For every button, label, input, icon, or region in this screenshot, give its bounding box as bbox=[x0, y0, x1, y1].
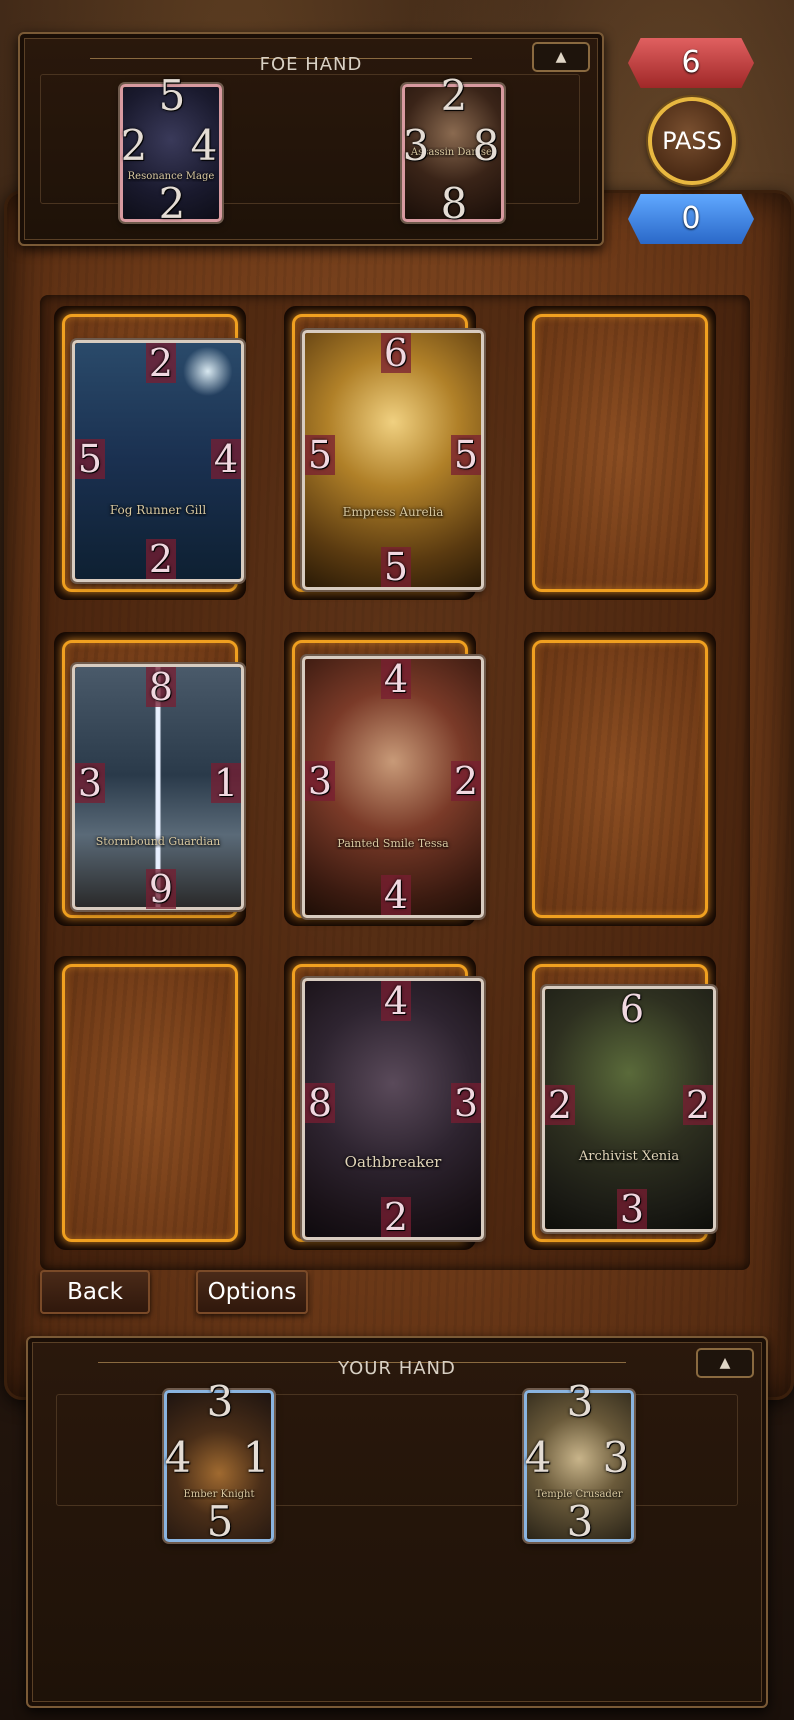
foe-score-badge: 6 bbox=[628, 38, 754, 88]
card-stat-left: 4 bbox=[164, 1433, 192, 1482]
card-name: Archivist Xenia bbox=[578, 1149, 680, 1164]
card-stat-top: 2 bbox=[440, 71, 468, 120]
foe-hand-card: Resonance Mage 5 2 4 2 bbox=[120, 75, 222, 228]
card-name: Fog Runner Gill bbox=[109, 503, 207, 517]
card-stat-left: 3 bbox=[305, 761, 335, 801]
cell-slot bbox=[62, 964, 238, 1242]
board-card[interactable]: Archivist Xenia 6 2 2 3 bbox=[542, 986, 716, 1232]
card-stat-left: 2 bbox=[545, 1085, 575, 1125]
card-stat-top: 2 bbox=[146, 343, 176, 383]
your-hand-panel: YOUR HAND ▲ Ember Knight 3 4 1 5 Temple … bbox=[26, 1336, 768, 1708]
board-card[interactable]: Painted Smile Tessa 4 3 2 4 bbox=[302, 656, 484, 918]
card-stat-left: 2 bbox=[120, 121, 148, 170]
player-score: 0 bbox=[681, 201, 701, 236]
card-stat-top: 6 bbox=[619, 987, 645, 1031]
card-stat-right: 3 bbox=[451, 1083, 481, 1123]
card-stat-left: 5 bbox=[305, 435, 335, 475]
card-stat-bottom: 4 bbox=[381, 875, 411, 915]
card-stat-right: 3 bbox=[602, 1433, 630, 1482]
board-cell-empty[interactable] bbox=[524, 632, 716, 926]
card-stat-right: 1 bbox=[211, 763, 241, 803]
board-card[interactable]: Oathbreaker 4 8 3 2 bbox=[302, 978, 484, 1240]
card-stat-bottom: 9 bbox=[146, 869, 176, 909]
card-stat-right: 1 bbox=[242, 1433, 270, 1482]
card-stat-right: 4 bbox=[190, 121, 218, 170]
card-stat-right: 8 bbox=[472, 121, 500, 170]
card-name: Empress Aurelia bbox=[342, 505, 444, 519]
card-stat-left: 3 bbox=[402, 121, 430, 170]
board-card[interactable]: Fog Runner Gill 2 5 4 2 bbox=[72, 340, 244, 582]
card-stat-bottom: 3 bbox=[617, 1189, 647, 1229]
foe-hand-panel: FOE HAND ▲ Resonance Mage 5 2 4 2 Assass… bbox=[18, 32, 604, 246]
card-stat-top: 3 bbox=[206, 1377, 234, 1426]
foe-hand-title: FOE HAND bbox=[259, 54, 363, 75]
your-hand-title: YOUR HAND bbox=[338, 1358, 456, 1379]
card-stat-bottom: 2 bbox=[158, 179, 186, 228]
card-stat-right: 5 bbox=[451, 435, 481, 475]
cell-slot bbox=[532, 314, 708, 592]
your-hand-tray bbox=[56, 1394, 738, 1506]
foe-hand-collapse-button[interactable]: ▲ bbox=[532, 42, 590, 72]
card-stat-left: 4 bbox=[524, 1433, 552, 1482]
card-stat-bottom: 3 bbox=[566, 1497, 594, 1546]
foe-score: 6 bbox=[681, 45, 701, 80]
card-stat-bottom: 2 bbox=[146, 539, 176, 579]
card-stat-top: 6 bbox=[381, 333, 411, 373]
card-stat-bottom: 8 bbox=[440, 179, 468, 228]
cell-slot bbox=[532, 640, 708, 918]
card-stat-bottom: 5 bbox=[381, 547, 411, 587]
card-stat-bottom: 5 bbox=[206, 1497, 234, 1546]
card-stat-right: 2 bbox=[683, 1085, 713, 1125]
board-card[interactable]: Stormbound Guardian 8 3 1 9 bbox=[72, 664, 244, 910]
card-stat-left: 8 bbox=[305, 1083, 335, 1123]
card-stat-bottom: 2 bbox=[381, 1197, 411, 1237]
card-stat-left: 3 bbox=[75, 763, 105, 803]
card-stat-left: 5 bbox=[75, 439, 105, 479]
card-stat-top: 8 bbox=[146, 667, 176, 707]
card-name: Painted Smile Tessa bbox=[337, 837, 449, 850]
card-stat-right: 4 bbox=[211, 439, 241, 479]
board-cell-empty[interactable] bbox=[524, 306, 716, 600]
your-hand-card[interactable]: Ember Knight 3 4 1 5 bbox=[164, 1381, 274, 1546]
player-score-badge: 0 bbox=[628, 194, 754, 244]
your-hand-collapse-button[interactable]: ▲ bbox=[696, 1348, 754, 1378]
board-cell-empty[interactable] bbox=[54, 956, 246, 1250]
card-name: Oathbreaker bbox=[344, 1153, 442, 1171]
card-stat-top: 3 bbox=[566, 1377, 594, 1426]
your-hand-card[interactable]: Temple Crusader 3 4 3 3 bbox=[524, 1381, 634, 1546]
card-stat-top: 5 bbox=[158, 71, 186, 120]
card-name: Stormbound Guardian bbox=[95, 835, 221, 848]
foe-hand-card: Assassin Damsel 2 3 8 8 bbox=[402, 75, 504, 228]
back-button[interactable]: Back bbox=[40, 1270, 150, 1314]
pass-button[interactable]: PASS bbox=[648, 97, 736, 185]
card-stat-top: 4 bbox=[381, 981, 411, 1021]
card-stat-top: 4 bbox=[381, 659, 411, 699]
options-button[interactable]: Options bbox=[196, 1270, 308, 1314]
board-card[interactable]: Empress Aurelia 6 5 5 5 bbox=[302, 330, 484, 590]
card-stat-right: 2 bbox=[451, 761, 481, 801]
